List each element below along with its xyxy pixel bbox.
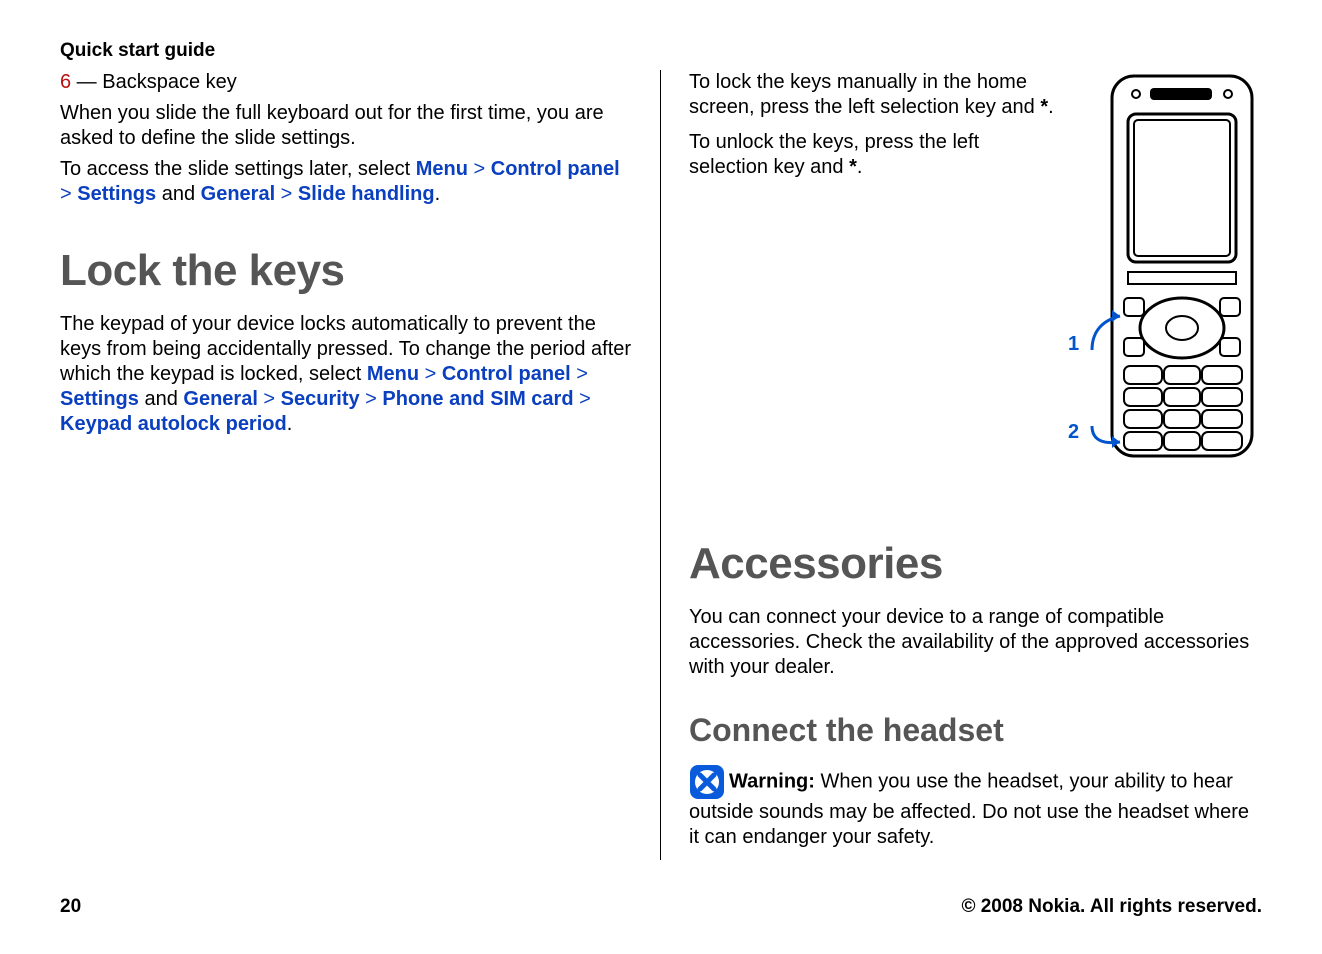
unlock-text: To unlock the keys, press the left selec… [689,130,1059,180]
warning-icon [689,764,725,800]
page-number: 20 [60,896,81,918]
two-column-layout: 6 — Backspace key When you slide the ful… [60,70,1262,860]
nav-general[interactable]: General [183,388,257,410]
key-number-6: 6 [60,71,71,93]
star-key: * [1040,96,1048,118]
nav-menu[interactable]: Menu [416,158,468,180]
heading-connect-headset: Connect the headset [689,710,1262,750]
accessories-body: You can connect your device to a range o… [689,605,1262,680]
nav-sep: > [571,363,588,385]
page-footer: 20 © 2008 Nokia. All rights reserved. [60,896,1262,918]
nav-general[interactable]: General [201,183,275,205]
warning-paragraph: Warning: When you use the headset, your … [689,764,1262,850]
period: . [435,183,441,205]
nav-security[interactable]: Security [281,388,360,410]
copyright-text: © 2008 Nokia. All rights reserved. [961,896,1262,918]
phone-illustration: 1 2 [1062,70,1262,470]
access-prefix: To access the slide settings later, sele… [60,158,416,180]
nav-settings[interactable]: Settings [60,388,139,410]
heading-accessories: Accessories [689,536,1262,591]
and-text: and [156,183,200,205]
nav-phone-sim[interactable]: Phone and SIM card [382,388,573,410]
nav-autolock-period[interactable]: Keypad autolock period [60,413,287,435]
nav-slide-handling[interactable]: Slide handling [298,183,435,205]
nav-sep: > [360,388,383,410]
dot: . [1048,96,1054,118]
backspace-key-line: 6 — Backspace key [60,70,632,95]
backspace-key-label: — Backspace key [71,71,237,93]
nav-sep: > [275,183,298,205]
warning-label: Warning: [729,770,820,792]
unlock-body: To unlock the keys, press the left selec… [689,131,979,178]
section-header: Quick start guide [60,40,1262,62]
lock-intro-path: The keypad of your device locks automati… [60,312,632,437]
callout-2: 2 [1068,420,1079,445]
dot: . [857,156,863,178]
right-column: To lock the keys manually in the home sc… [661,70,1262,860]
nav-control-panel[interactable]: Control panel [442,363,571,385]
nav-sep: > [60,183,77,205]
heading-lock-the-keys: Lock the keys [60,243,632,298]
slide-access-path: To access the slide settings later, sele… [60,157,632,207]
nav-sep: > [468,158,491,180]
left-column: 6 — Backspace key When you slide the ful… [60,70,661,860]
nav-menu[interactable]: Menu [367,363,419,385]
nav-sep: > [574,388,591,410]
and-text: and [139,388,183,410]
lock-manual-body: To lock the keys manually in the home sc… [689,71,1040,118]
nav-sep: > [258,388,281,410]
nav-settings[interactable]: Settings [77,183,156,205]
nav-sep: > [419,363,442,385]
callout-1: 1 [1068,332,1079,357]
slide-intro-text: When you slide the full keyboard out for… [60,101,632,151]
star-key: * [849,156,857,178]
lock-manual-text: To lock the keys manually in the home sc… [689,70,1059,120]
nav-control-panel[interactable]: Control panel [491,158,620,180]
period: . [287,413,293,435]
